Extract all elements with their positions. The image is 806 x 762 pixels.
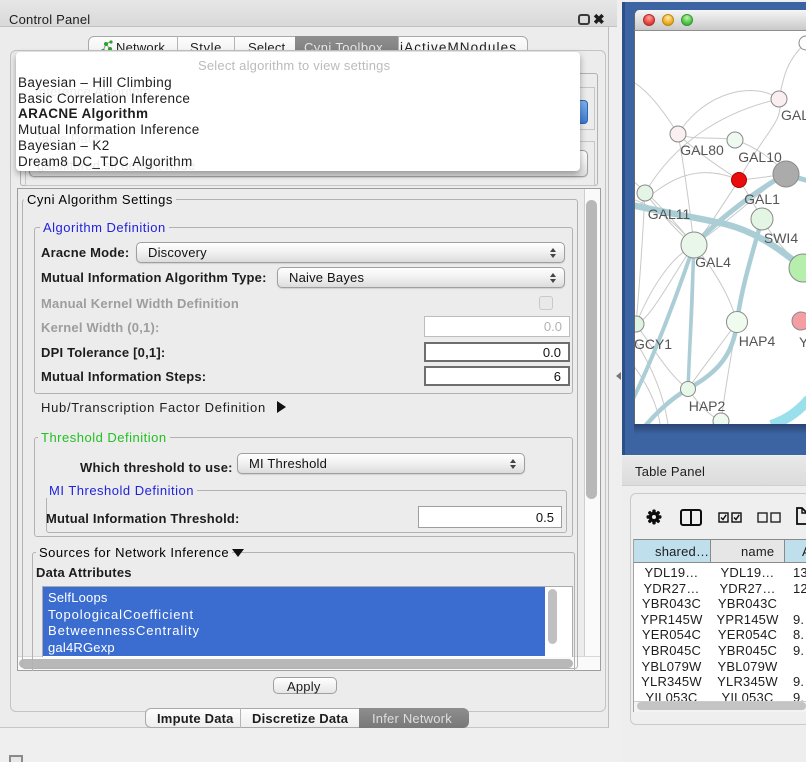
svg-text:GAL11: GAL11 <box>648 206 691 222</box>
svg-text:GAL4: GAL4 <box>695 254 731 270</box>
svg-text:GAL10: GAL10 <box>738 149 782 165</box>
svg-text:Y: Y <box>799 334 806 350</box>
svg-text:GCY1: GCY1 <box>635 336 672 352</box>
svg-text:GAL80: GAL80 <box>680 142 724 158</box>
svg-text:HAP2: HAP2 <box>689 398 726 414</box>
svg-text:HAP4: HAP4 <box>739 333 776 349</box>
svg-text:SWI4: SWI4 <box>764 230 798 246</box>
svg-text:GAL2: GAL2 <box>781 107 806 123</box>
svg-text:GAL1: GAL1 <box>744 191 780 207</box>
